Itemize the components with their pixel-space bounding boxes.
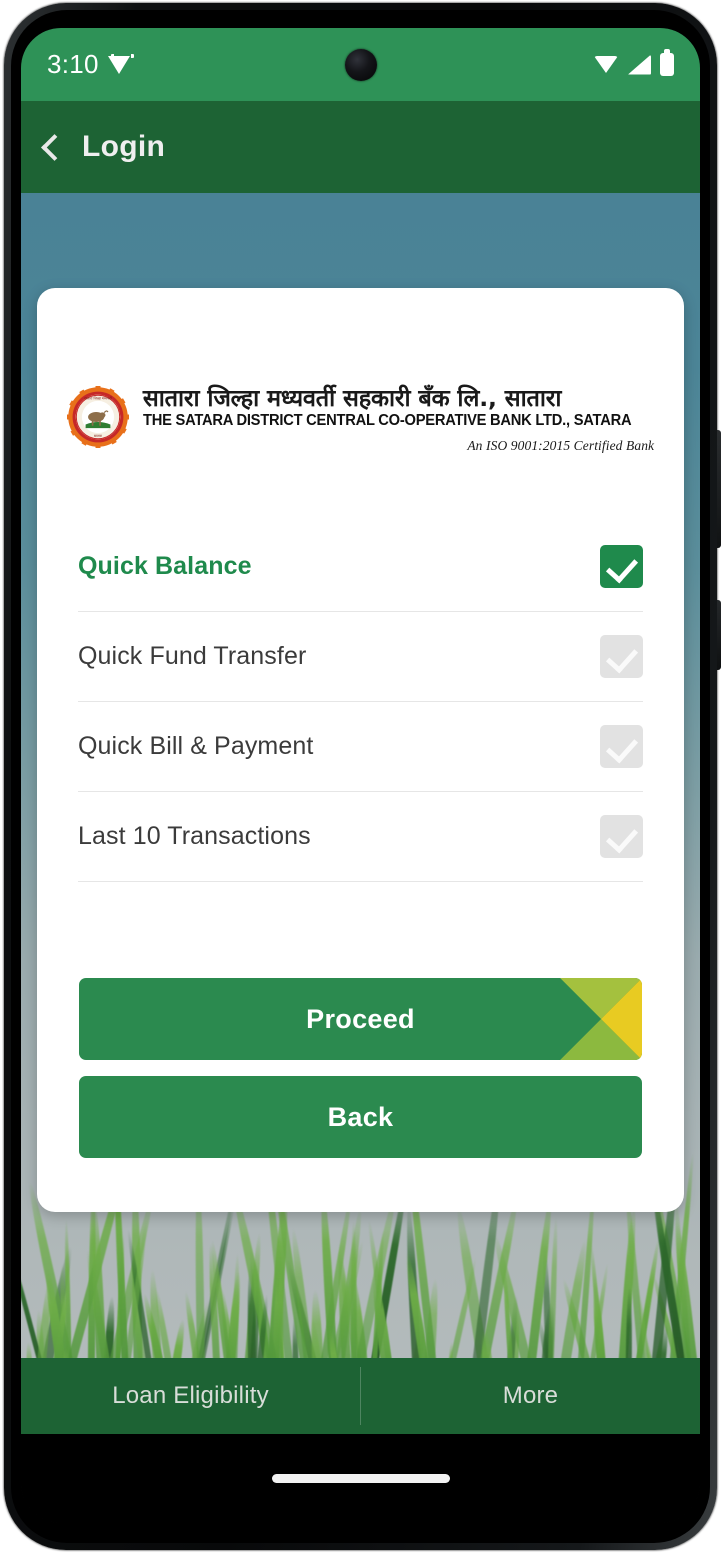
app-bar: Login	[21, 101, 700, 193]
bank-name-marathi: सातारा जिल्हा मध्यवर्ती सहकारी बँक लि., …	[142, 384, 562, 412]
page-title: Login	[82, 130, 166, 163]
notification-icon	[107, 54, 134, 75]
proceed-button-label: Proceed	[306, 1003, 415, 1034]
proceed-button[interactable]: Proceed	[79, 978, 642, 1060]
checkbox-disabled-icon[interactable]	[600, 815, 643, 859]
volume-button[interactable]	[717, 600, 721, 670]
service-row[interactable]: Quick Bill & Payment	[78, 702, 643, 793]
status-bar-right	[594, 49, 674, 76]
status-bar: 3:10	[21, 28, 700, 101]
service-row[interactable]: Last 10 Transactions	[78, 792, 643, 883]
bank-logo-text: सातारा जिल्हा मध्यवर्ती सहकारी बँक लि., …	[143, 383, 654, 454]
bank-name-english: THE SATARA DISTRICT CENTRAL CO-OPERATIVE…	[142, 412, 632, 430]
service-row[interactable]: Quick Fund Transfer	[78, 612, 643, 703]
svg-text:सातारा जिल्हा मध्यवर्ती: सातारा जिल्हा मध्यवर्ती	[84, 397, 112, 401]
battery-icon	[660, 49, 674, 76]
status-clock: 3:10	[47, 49, 99, 79]
bottom-navigation-bar: Loan Eligibility More	[21, 1358, 700, 1434]
quick-services-list: Quick Balance Quick Fund Transfer Quick Bi…	[78, 522, 643, 883]
wifi-icon	[594, 55, 619, 74]
iso-certification-text: An ISO 9001:2015 Certified Bank	[467, 438, 655, 454]
back-button-label: Back	[327, 1101, 394, 1132]
service-label: Last 10 Transactions	[78, 822, 311, 851]
front-camera-punch-hole	[344, 48, 377, 81]
nav-item-loan-eligibility[interactable]: Loan Eligibility	[21, 1382, 360, 1410]
status-bar-left: 3:10	[47, 49, 134, 80]
service-label: Quick Fund Transfer	[78, 642, 307, 671]
proceed-arrow-decoration-icon	[560, 978, 642, 1060]
home-gesture-bar[interactable]	[271, 1474, 450, 1483]
checkbox-disabled-icon[interactable]	[600, 725, 643, 769]
power-button[interactable]	[717, 430, 721, 548]
bank-logo: सातारा जिल्हा मध्यवर्ती सातारा सातारा जि…	[38, 288, 683, 454]
system-gesture-area	[21, 1434, 700, 1523]
back-button[interactable]: Back	[79, 1076, 642, 1158]
service-label: Quick Bill & Payment	[78, 732, 314, 761]
service-label: Quick Balance	[78, 552, 252, 581]
svg-text:सातारा: सातारा	[94, 434, 102, 438]
nav-item-more[interactable]: More	[361, 1382, 700, 1410]
background-scene: सातारा जिल्हा मध्यवर्ती सातारा सातारा जि…	[21, 193, 700, 1434]
phone-device: 3:10 Login सातारा जिल्हा मध्यवर्ती सातार…	[0, 0, 721, 1553]
cellular-signal-icon	[628, 54, 651, 75]
service-row[interactable]: Quick Balance	[78, 522, 643, 613]
card-actions: Proceed Back	[37, 978, 684, 1158]
checkbox-checked-icon[interactable]	[600, 545, 643, 589]
phone-screen: 3:10 Login सातारा जिल्हा मध्यवर्ती सातार…	[21, 28, 700, 1523]
bank-emblem-icon: सातारा जिल्हा मध्यवर्ती सातारा	[66, 386, 129, 448]
checkbox-disabled-icon[interactable]	[600, 635, 643, 679]
chevron-left-icon[interactable]	[41, 133, 68, 161]
quick-services-card: सातारा जिल्हा मध्यवर्ती सातारा सातारा जि…	[37, 288, 684, 1212]
